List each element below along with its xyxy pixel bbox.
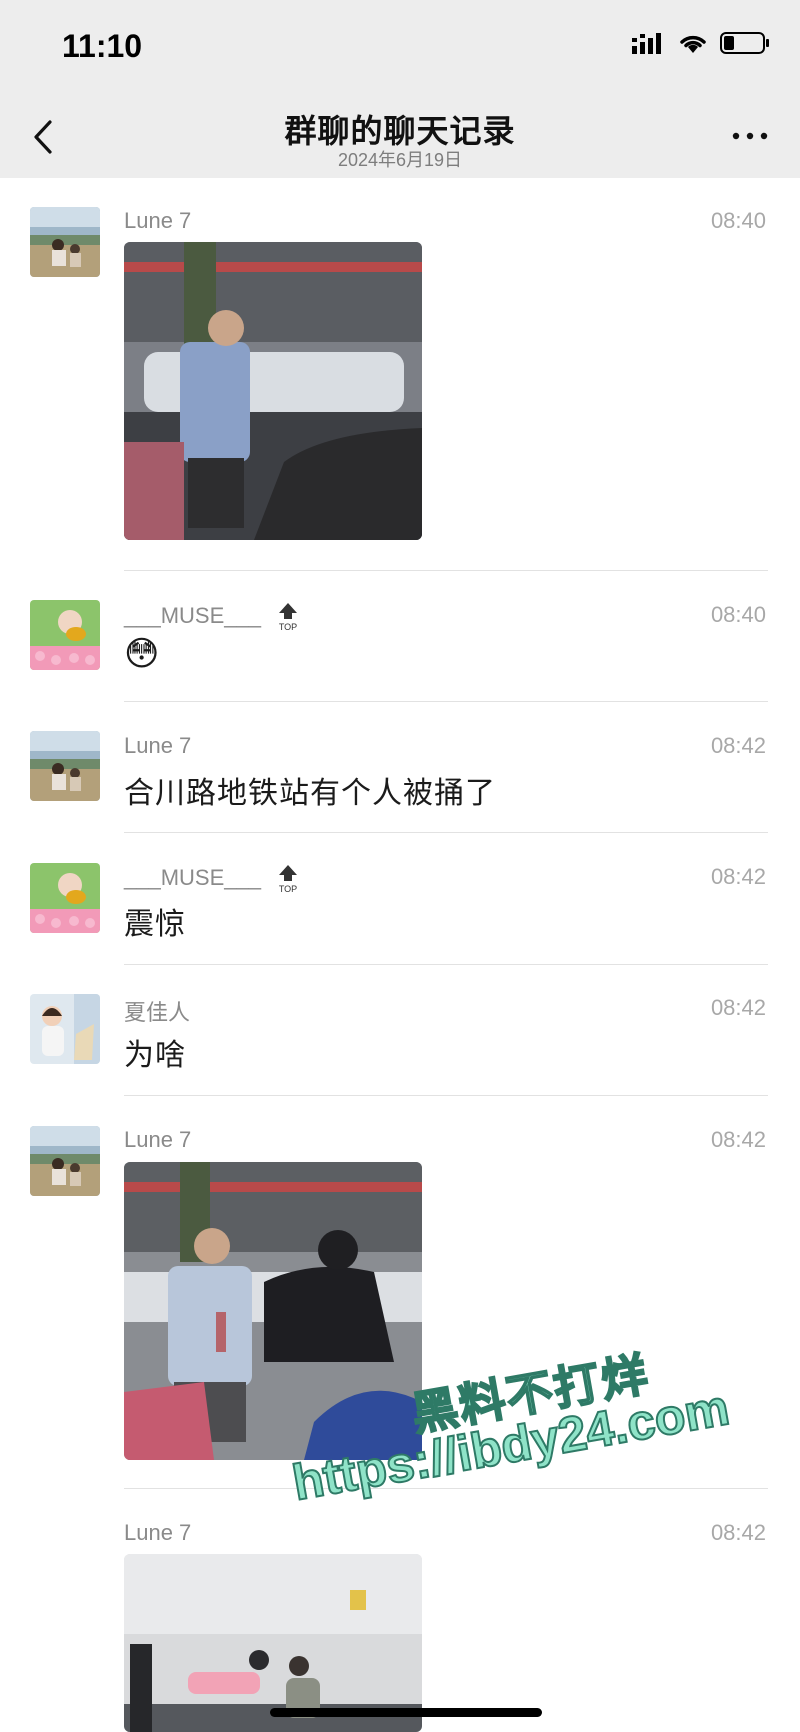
message-divider — [124, 701, 768, 702]
message-divider — [124, 1095, 768, 1096]
more-options-icon[interactable] — [730, 128, 770, 144]
message-time: 08:42 — [710, 864, 766, 889]
watermark-title: 黑料不打烊 — [407, 1347, 654, 1442]
message-sender: Lune 7 — [124, 1127, 192, 1152]
message-emoji: 😳 — [124, 635, 161, 673]
battery-icon — [720, 32, 769, 54]
message-time: 08:40 — [710, 602, 766, 627]
message-photo[interactable] — [124, 242, 422, 540]
message-sender: Lune 7 — [124, 1520, 192, 1545]
message-sender: ___MUSE___ TOP — [124, 864, 301, 894]
message-divider — [124, 570, 768, 571]
top-badge-icon: TOP — [279, 865, 297, 894]
avatar[interactable] — [30, 994, 100, 1064]
message-sender: ___MUSE___ TOP — [124, 602, 301, 632]
avatar[interactable] — [30, 1126, 100, 1196]
avatar[interactable] — [30, 731, 100, 801]
svg-text:TOP: TOP — [279, 884, 297, 894]
avatar[interactable] — [30, 863, 100, 933]
top-badge-icon: TOP — [279, 603, 297, 632]
page-date: 2024年6月19日 — [337, 150, 463, 170]
status-icons — [632, 32, 770, 54]
message-divider — [124, 832, 768, 833]
message-divider — [124, 964, 768, 965]
message-divider — [124, 1488, 768, 1489]
message-time: 08:42 — [710, 1127, 766, 1152]
status-time: 11:10 — [62, 28, 143, 64]
wifi-icon — [680, 35, 706, 53]
cellular-signal-icon — [632, 33, 661, 54]
message-photo[interactable] — [124, 1554, 422, 1732]
avatar[interactable] — [30, 600, 100, 670]
message-sender: Lune 7 — [124, 208, 192, 233]
message-time: 08:40 — [710, 208, 766, 233]
message-text: 震惊 — [124, 908, 186, 941]
message-sender: Lune 7 — [124, 733, 192, 758]
home-indicator — [270, 1708, 542, 1717]
nav-bar: 群聊的聊天记录 2024年6月19日 — [0, 96, 800, 178]
message-time: 08:42 — [710, 995, 766, 1020]
message-time: 08:42 — [710, 1520, 766, 1545]
svg-text:TOP: TOP — [279, 622, 297, 632]
message-photo[interactable] — [124, 1162, 422, 1460]
message-text: 为啥 — [124, 1039, 186, 1072]
avatar[interactable] — [30, 207, 100, 277]
status-bar: 11:10 — [0, 0, 800, 96]
message-time: 08:42 — [710, 733, 766, 758]
message-sender: 夏佳人 — [124, 1000, 191, 1025]
message-text: 合川路地铁站有个人被捅了 — [124, 777, 496, 810]
